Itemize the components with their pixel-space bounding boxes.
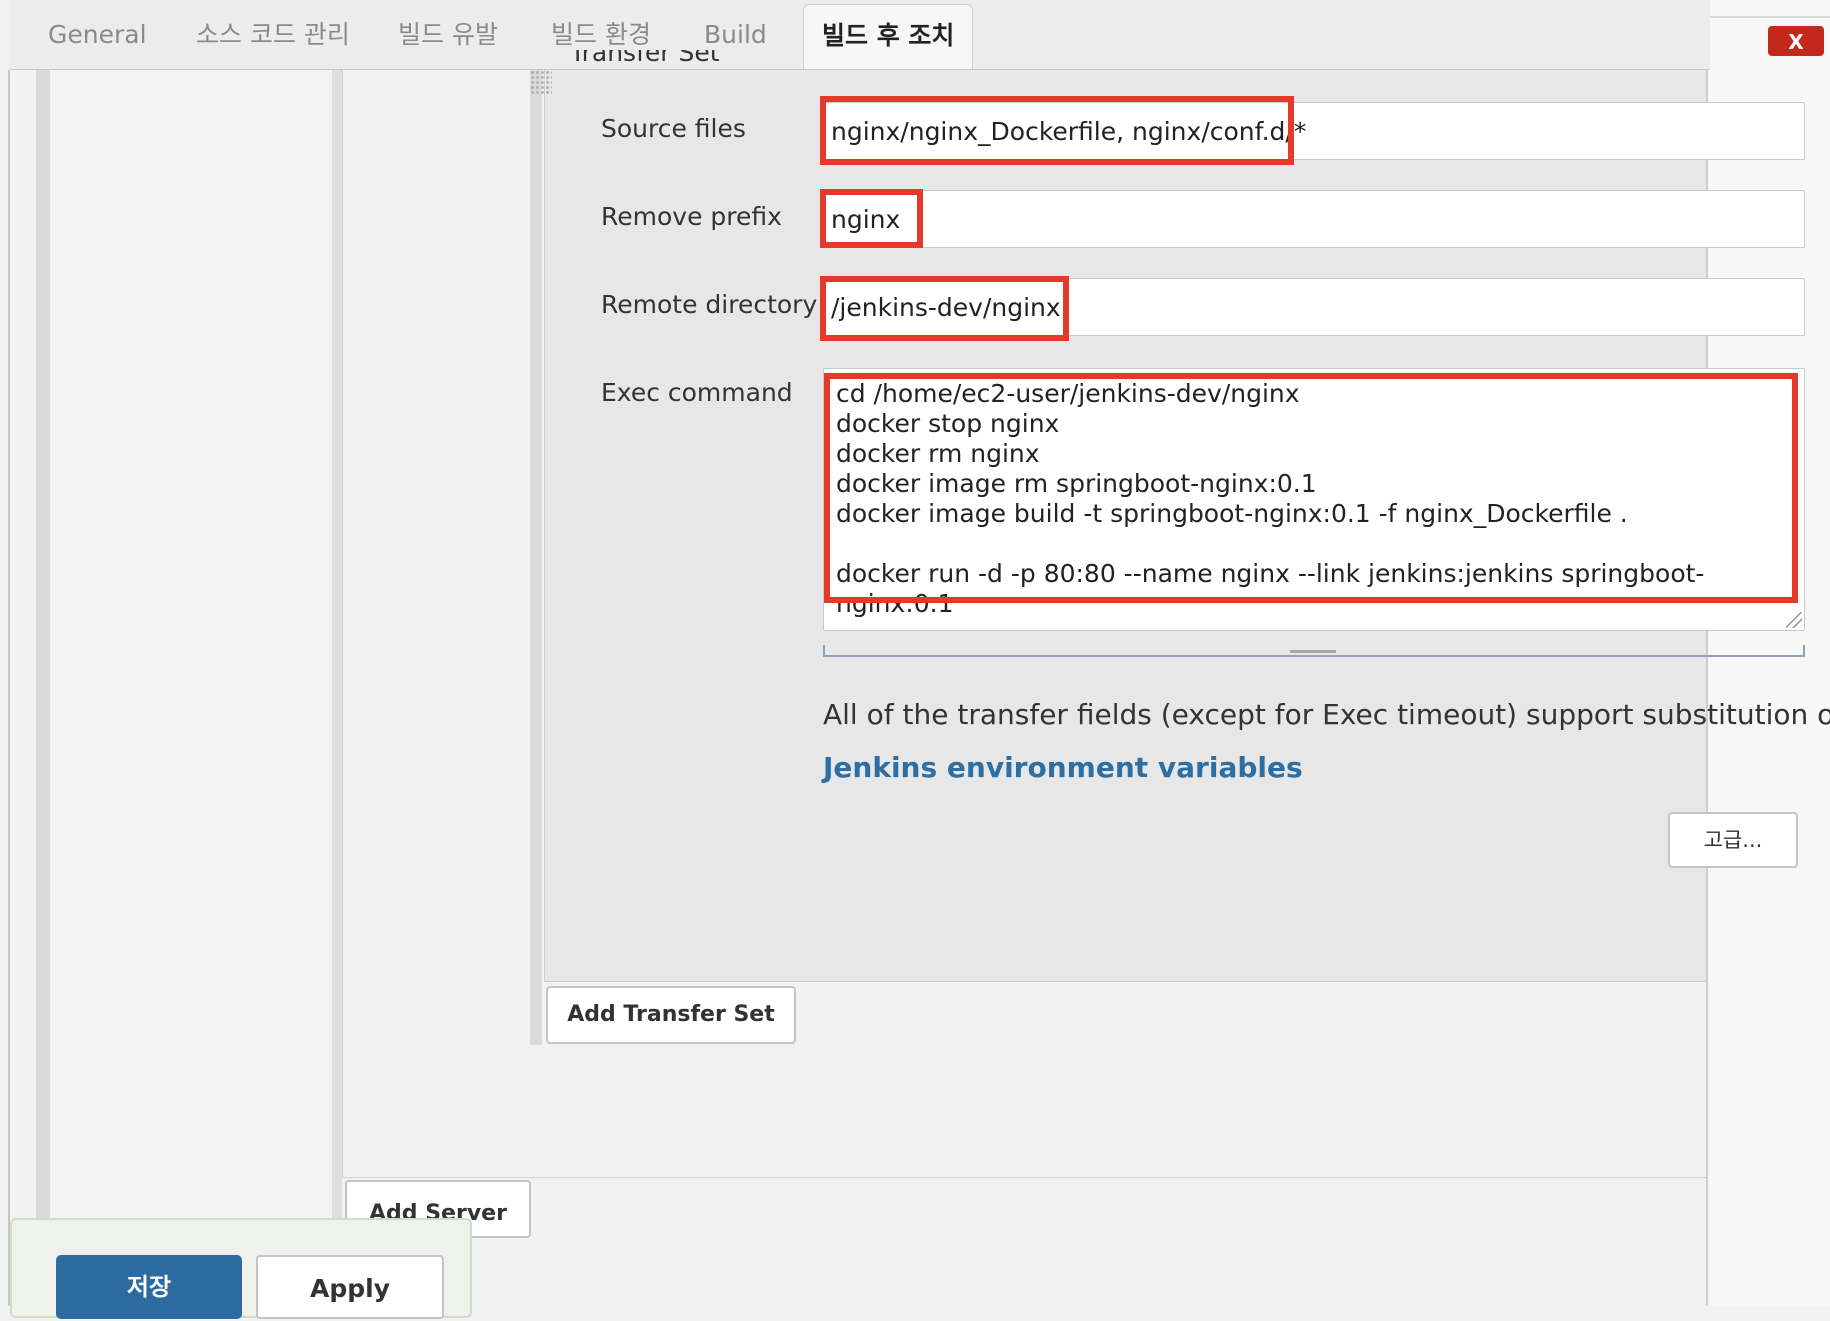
source-files-input[interactable] <box>820 102 1805 160</box>
advanced-button[interactable]: 고급... <box>1668 812 1798 868</box>
apply-button[interactable]: Apply <box>256 1255 444 1319</box>
side-panel <box>50 70 332 1240</box>
source-files-label: Source files <box>601 114 746 143</box>
remote-directory-input[interactable] <box>820 278 1805 336</box>
resize-handle-icon[interactable] <box>1786 612 1802 628</box>
tab-general[interactable]: General <box>48 4 147 70</box>
right-panel-divider <box>1708 16 1830 18</box>
save-button[interactable]: 저장 <box>56 1255 242 1319</box>
substitution-info-text: All of the transfer fields (except for E… <box>823 698 1830 731</box>
page-left-edge <box>8 70 10 1306</box>
close-button[interactable]: X <box>1768 26 1824 56</box>
exec-command-textarea[interactable]: cd /home/ec2-user/jenkins-dev/nginx dock… <box>823 368 1805 631</box>
tab-build-triggers[interactable]: 빌드 유발 <box>398 4 498 70</box>
side-panel-border <box>332 70 342 1240</box>
page-left-strip <box>36 70 50 1306</box>
tab-source-code-management[interactable]: 소스 코드 관리 <box>196 4 350 70</box>
separator-handle <box>1290 650 1336 653</box>
jenkins-env-variables-link[interactable]: Jenkins environment variables <box>823 748 1303 788</box>
remove-prefix-input[interactable] <box>820 190 1805 248</box>
transfer-set-bar <box>530 70 542 1045</box>
transfer-set-title: Transfer Set <box>570 50 720 84</box>
remove-prefix-label: Remove prefix <box>601 202 782 231</box>
exec-command-label: Exec command <box>601 378 793 407</box>
close-icon: X <box>1788 30 1804 54</box>
tab-post-build-actions[interactable]: 빌드 후 조치 <box>803 4 974 70</box>
remote-directory-label: Remote directory <box>601 290 818 319</box>
add-transfer-set-button[interactable]: Add Transfer Set <box>546 986 796 1044</box>
drag-handle-icon[interactable] <box>530 70 552 96</box>
transfer-set-title-text: Transfer Set <box>570 50 720 67</box>
